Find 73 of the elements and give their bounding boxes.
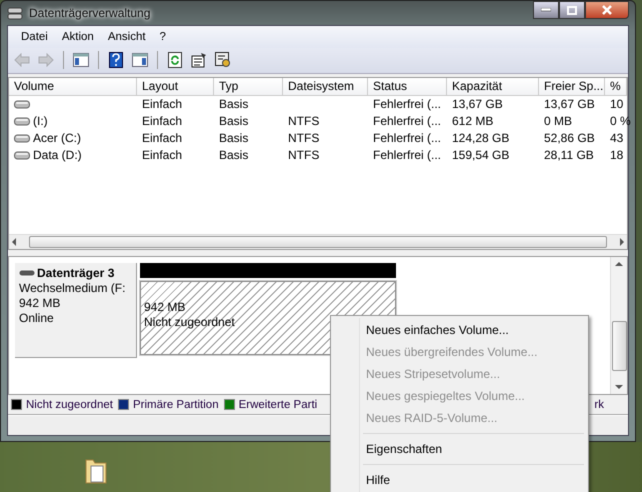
menu-item[interactable]: Hilfe [333,469,586,491]
table-cell-text: 159,54 GB [451,146,510,164]
close-icon [601,5,613,15]
table-cell-text: Einfach [141,146,184,164]
table-cell-text: Basis [218,130,250,147]
table-cell-text: NTFS [287,130,320,147]
scroll-down-icon[interactable] [615,385,623,390]
drive-icon [14,150,30,160]
column-header[interactable]: Status [368,78,447,96]
menu-item[interactable]: ? [152,30,173,43]
table-cell-text: 28,11 GB [543,146,595,164]
folder-icon[interactable] [85,458,107,484]
table-cell-text: 13,67 GB [543,96,596,113]
legend-label: rk [594,398,604,411]
drive-icon [19,270,35,276]
table-cell-text: 13,67 GB [451,96,504,113]
disk-type: Wechselmedium (F: [19,280,126,296]
maximize-icon [567,6,577,14]
menu-item[interactable]: Eigenschaften [333,438,586,460]
table-cell-text: 0 MB [543,112,574,130]
legend-label: Erweiterte Parti [238,398,318,411]
table-cell-text: 124,28 GB [451,130,510,147]
drive-icon [14,133,30,144]
horizontal-scrollbar[interactable] [9,234,627,249]
table-cell-text: NTFS [287,112,320,130]
minimize-button[interactable] [533,1,559,19]
table-cell-text: NTFS [287,146,320,164]
table-cell-text: Einfach [141,112,184,130]
menu-item[interactable]: Aktion [54,30,101,43]
disk-management-icon [7,6,23,20]
table-cell-text: Fehlerfrei (... [372,146,442,164]
table-cell-text: 52,86 GB [543,130,596,147]
column-header[interactable]: Volume [9,78,137,96]
legend-label: Nicht zugeordnet [26,398,113,411]
table-cell-text: Fehlerfrei (... [372,112,442,130]
legend-label: Primäre Partition [132,398,219,411]
disk-size: 942 MB [19,296,62,311]
scroll-up-icon[interactable] [615,260,623,266]
table-cell-text: Einfach [141,96,184,113]
disk-status: Online [19,310,55,326]
disk-title: Datenträger 3 [37,266,114,281]
window-title: Datenträgerverwaltung [29,6,150,20]
table-cell-text: Einfach [141,130,184,147]
drive-icon [14,116,30,126]
minimize-icon [541,8,551,12]
table-cell-text: Fehlerfrei (... [372,96,442,113]
table-cell-text: Basis [218,112,250,130]
column-header[interactable]: Dateisystem [283,78,368,96]
column-header[interactable]: % [605,78,627,96]
drive-icon [14,99,30,110]
partition-size: 942 MB [144,300,186,315]
table-cell-text: 612 MB [451,112,494,130]
column-header[interactable]: Typ [214,78,283,96]
table-cell-text: Basis [218,146,250,164]
table-cell-text: Basis [218,96,250,113]
volume-name: (I:) [33,112,48,130]
table-cell-text: 18 [609,146,624,164]
menu-item[interactable]: Ansicht [100,30,153,43]
disk-card[interactable]: Datenträger 3 Wechselmedium (F: 942 MB Online [15,262,137,358]
volume-name: Data (D:) [33,146,82,164]
column-header[interactable]: Layout [137,78,214,96]
close-button[interactable] [585,1,629,19]
vertical-scrollbar[interactable] [610,256,627,394]
scroll-left-icon[interactable] [11,238,17,246]
scroll-right-icon[interactable] [619,238,625,246]
table-cell-text: 43 [609,130,624,147]
volume-name: Acer (C:) [33,130,81,147]
column-header[interactable]: Freier Sp... [539,78,605,96]
menu-item[interactable]: Datei [14,30,55,43]
column-header[interactable]: Kapazität [447,78,539,96]
table-cell-text: 10 [609,96,624,113]
maximize-button[interactable] [559,1,585,19]
table-cell-text: Fehlerfrei (... [372,130,442,147]
